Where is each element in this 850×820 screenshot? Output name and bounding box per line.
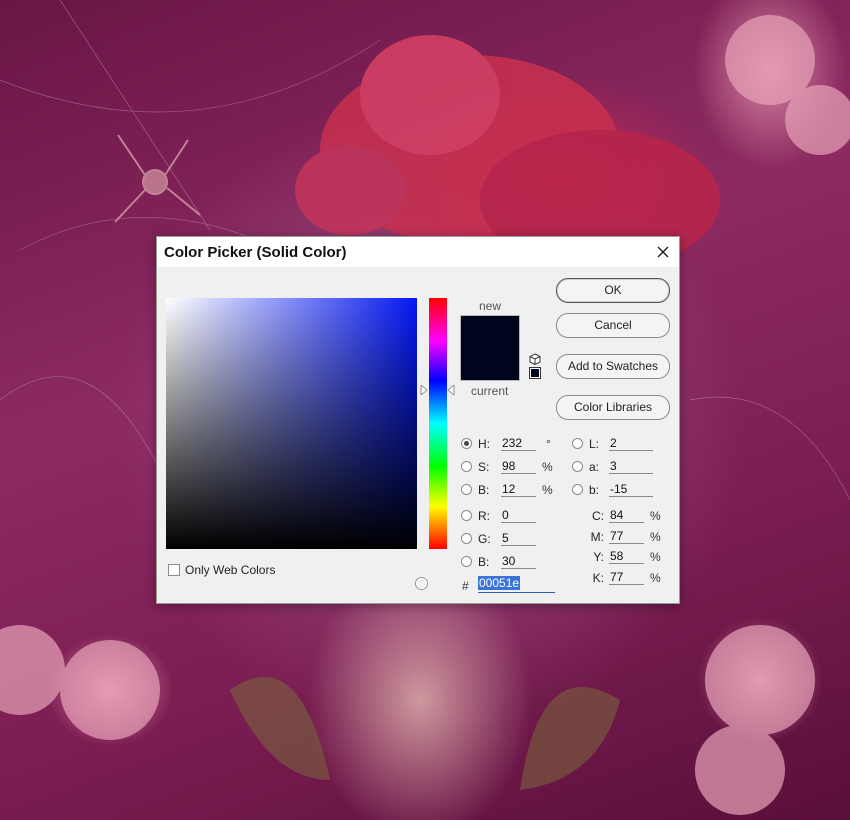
blue-input[interactable]: 30 [501, 554, 536, 569]
brightness-row: B: 12 % [461, 481, 561, 499]
hue-slider-right-arrow[interactable] [447, 385, 455, 395]
color-preview-swatch [460, 315, 520, 381]
add-to-swatches-button[interactable]: Add to Swatches [556, 354, 670, 379]
magenta-input[interactable]: 77 [609, 529, 644, 544]
lab-l-label: L: [589, 437, 600, 451]
color-field[interactable] [166, 298, 427, 589]
green-input[interactable]: 5 [501, 531, 536, 546]
black-input[interactable]: 77 [609, 570, 644, 585]
only-web-colors-label: Only Web Colors [185, 563, 276, 577]
red-row: R: 0 [461, 507, 561, 525]
dialog-titlebar[interactable]: Color Picker (Solid Color) [157, 237, 679, 267]
web-safe-swatch-icon[interactable] [529, 367, 541, 379]
saturation-radio[interactable] [461, 461, 472, 472]
green-label: G: [478, 532, 491, 546]
brightness-unit: % [542, 483, 553, 497]
color-picker-dialog: Color Picker (Solid Color) new current O… [156, 236, 680, 604]
lab-l-radio[interactable] [572, 438, 583, 449]
close-icon[interactable] [653, 242, 673, 262]
hue-input[interactable]: 232 [501, 436, 536, 451]
cobweb-strand [0, 376, 161, 471]
hue-slider[interactable] [429, 298, 447, 549]
spider [114, 134, 201, 223]
blue-label: B: [478, 555, 490, 569]
hue-slider-left-arrow[interactable] [420, 385, 428, 395]
saturation-row: S: 98 % [461, 458, 561, 476]
hex-input[interactable]: 00051e [478, 576, 555, 593]
ok-button[interactable]: OK [556, 278, 670, 303]
saturation-unit: % [542, 460, 553, 474]
saturation-label: S: [478, 460, 490, 474]
yellow-row: Y: 58 % [590, 548, 670, 566]
flower-blossom [695, 725, 785, 815]
only-web-colors-checkbox[interactable] [168, 564, 180, 576]
brightness-input[interactable]: 12 [501, 482, 536, 497]
cancel-button[interactable]: Cancel [556, 313, 670, 338]
magenta-unit: % [650, 530, 661, 544]
lab-b-input[interactable]: -15 [609, 482, 653, 497]
lab-b-row: b: -15 [572, 481, 672, 499]
red-input[interactable]: 0 [501, 508, 536, 523]
red-radio[interactable] [461, 510, 472, 521]
cobweb-strand [0, 39, 381, 113]
cyan-input[interactable]: 84 [609, 508, 644, 523]
lab-a-row: a: 3 [572, 458, 672, 476]
green-radio[interactable] [461, 533, 472, 544]
leaf [520, 686, 620, 790]
new-color-label: new [479, 299, 502, 313]
hex-value: 00051e [478, 576, 521, 590]
lab-a-radio[interactable] [572, 461, 583, 472]
current-color-label: current [471, 384, 509, 398]
magenta-label: M: [590, 530, 604, 544]
cobweb-strand [689, 396, 850, 501]
magenta-row: M: 77 % [590, 528, 670, 546]
cyan-row: C: 84 % [590, 507, 670, 525]
black-label: K: [592, 571, 604, 585]
cobweb-strand [59, 0, 211, 231]
hue-radio[interactable] [461, 438, 472, 449]
brightness-radio[interactable] [461, 484, 472, 495]
lab-a-input[interactable]: 3 [609, 459, 653, 474]
lab-a-label: a: [589, 460, 600, 474]
green-row: G: 5 [461, 530, 561, 548]
hue-label: H: [478, 437, 490, 451]
color-field-cursor[interactable] [416, 578, 427, 589]
rose-petal [360, 35, 500, 155]
leaf [230, 676, 330, 780]
hex-hash-label: # [462, 579, 469, 593]
yellow-input[interactable]: 58 [609, 549, 644, 564]
blue-row: B: 30 [461, 553, 561, 571]
black-row: K: 77 % [590, 569, 670, 587]
flower-blossom [0, 625, 65, 715]
lab-l-row: L: 2 [572, 435, 672, 453]
flower-blossom [705, 625, 815, 735]
yellow-unit: % [650, 550, 661, 564]
rose-petal [295, 145, 405, 235]
brightness-label: B: [478, 483, 490, 497]
hue-unit: ° [546, 437, 551, 451]
black-unit: % [650, 571, 661, 585]
blue-radio[interactable] [461, 556, 472, 567]
flower-blossom [60, 640, 160, 740]
yellow-label: Y: [593, 550, 604, 564]
red-label: R: [478, 509, 490, 523]
cyan-unit: % [650, 509, 661, 523]
cyan-label: C: [592, 509, 604, 523]
lab-b-label: b: [589, 483, 600, 497]
lab-b-radio[interactable] [572, 484, 583, 495]
dialog-title: Color Picker (Solid Color) [164, 244, 347, 261]
saturation-input[interactable]: 98 [501, 459, 536, 474]
color-libraries-button[interactable]: Color Libraries [556, 395, 670, 420]
hue-row: H: 232 ° [461, 435, 561, 453]
gamut-cube-icon[interactable] [529, 353, 541, 365]
lab-l-input[interactable]: 2 [609, 436, 653, 451]
